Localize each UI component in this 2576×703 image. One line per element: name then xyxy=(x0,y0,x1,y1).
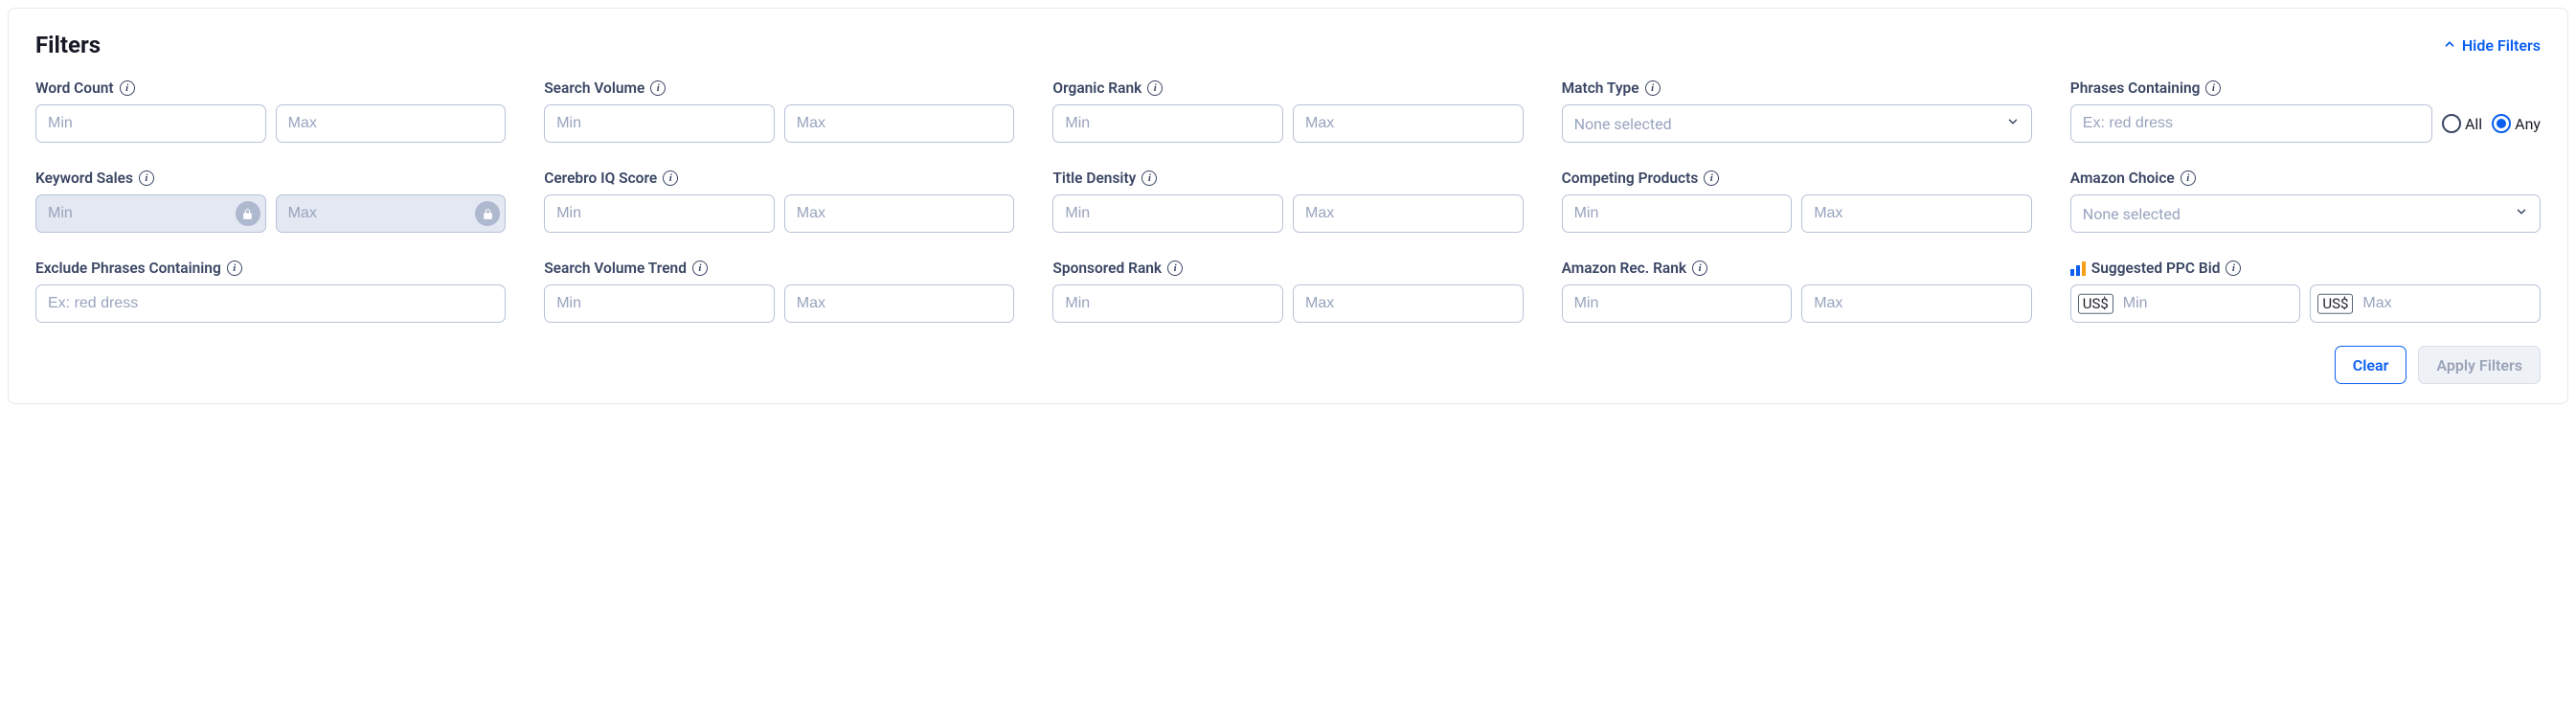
hide-filters-label: Hide Filters xyxy=(2462,36,2541,55)
info-icon[interactable]: i xyxy=(120,80,135,96)
exclude-phrases-input[interactable] xyxy=(35,284,506,323)
label-sv-trend: Search Volume Trend i xyxy=(544,260,1014,277)
field-amazon-choice: Amazon Choice i None selected xyxy=(2070,170,2541,233)
label-sponsored-rank: Sponsored Rank i xyxy=(1052,260,1523,277)
filters-panel: Filters Hide Filters Word Count i Search… xyxy=(8,8,2568,404)
search-volume-min-input[interactable] xyxy=(544,104,775,143)
sponsored-rank-max-input[interactable] xyxy=(1293,284,1524,323)
field-word-count: Word Count i xyxy=(35,79,506,143)
info-icon[interactable]: i xyxy=(650,80,666,96)
field-phrases-containing: Phrases Containing i All Any xyxy=(2070,79,2541,143)
title-density-min-input[interactable] xyxy=(1052,194,1283,233)
info-icon[interactable]: i xyxy=(1692,261,1707,276)
label-keyword-sales: Keyword Sales i xyxy=(35,170,506,187)
phrase-mode-all-radio[interactable]: All xyxy=(2442,114,2482,133)
label-title-density: Title Density i xyxy=(1052,170,1523,187)
label-match-type: Match Type i xyxy=(1562,79,2032,97)
currency-prefix: US$ xyxy=(2078,294,2113,314)
info-icon[interactable]: i xyxy=(1704,170,1719,186)
filters-header: Filters Hide Filters xyxy=(35,32,2541,58)
match-type-value: None selected xyxy=(1574,115,1672,133)
field-cerebro-iq: Cerebro IQ Score i xyxy=(544,170,1014,233)
chevron-up-icon xyxy=(2443,37,2456,54)
radio-icon xyxy=(2492,114,2511,133)
field-amazon-rec-rank: Amazon Rec. Rank i xyxy=(1562,260,2032,323)
keyword-sales-max-input xyxy=(276,194,507,233)
info-icon[interactable]: i xyxy=(139,170,154,186)
search-volume-max-input[interactable] xyxy=(784,104,1015,143)
competing-products-min-input[interactable] xyxy=(1562,194,1793,233)
chevron-down-icon xyxy=(2006,115,2020,132)
sponsored-rank-min-input[interactable] xyxy=(1052,284,1283,323)
field-keyword-sales: Keyword Sales i xyxy=(35,170,506,233)
organic-rank-max-input[interactable] xyxy=(1293,104,1524,143)
label-suggested-ppc: Suggested PPC Bid i xyxy=(2070,260,2541,277)
apply-filters-button: Apply Filters xyxy=(2418,346,2541,384)
label-word-count: Word Count i xyxy=(35,79,506,97)
phrases-containing-input[interactable] xyxy=(2070,104,2432,143)
info-icon[interactable]: i xyxy=(227,261,242,276)
amazon-rec-rank-max-input[interactable] xyxy=(1801,284,2032,323)
sv-trend-min-input[interactable] xyxy=(544,284,775,323)
label-phrases-containing: Phrases Containing i xyxy=(2070,79,2541,97)
field-exclude-phrases: Exclude Phrases Containing i xyxy=(35,260,506,323)
info-icon[interactable]: i xyxy=(663,170,678,186)
filters-grid: Word Count i Search Volume i Organic Ran… xyxy=(35,79,2541,323)
field-title-density: Title Density i xyxy=(1052,170,1523,233)
competing-products-max-input[interactable] xyxy=(1801,194,2032,233)
label-amazon-choice: Amazon Choice i xyxy=(2070,170,2541,187)
field-competing-products: Competing Products i xyxy=(1562,170,2032,233)
lock-icon[interactable] xyxy=(475,201,500,226)
info-icon[interactable]: i xyxy=(692,261,708,276)
title-density-max-input[interactable] xyxy=(1293,194,1524,233)
keyword-sales-min-input xyxy=(35,194,266,233)
label-amazon-rec-rank: Amazon Rec. Rank i xyxy=(1562,260,2032,277)
label-exclude-phrases: Exclude Phrases Containing i xyxy=(35,260,506,277)
phrase-mode-any-radio[interactable]: Any xyxy=(2492,114,2541,133)
currency-prefix: US$ xyxy=(2317,294,2353,314)
amazon-rec-rank-min-input[interactable] xyxy=(1562,284,1793,323)
field-sponsored-rank: Sponsored Rank i xyxy=(1052,260,1523,323)
filters-title: Filters xyxy=(35,32,101,58)
amazon-choice-value: None selected xyxy=(2083,205,2181,223)
label-search-volume: Search Volume i xyxy=(544,79,1014,97)
cerebro-iq-min-input[interactable] xyxy=(544,194,775,233)
organic-rank-min-input[interactable] xyxy=(1052,104,1283,143)
sv-trend-max-input[interactable] xyxy=(784,284,1015,323)
amazon-choice-select[interactable]: None selected xyxy=(2070,194,2541,233)
field-suggested-ppc: Suggested PPC Bid i US$ US$ xyxy=(2070,260,2541,323)
field-sv-trend: Search Volume Trend i xyxy=(544,260,1014,323)
word-count-min-input[interactable] xyxy=(35,104,266,143)
chevron-down-icon xyxy=(2515,205,2528,222)
cerebro-iq-max-input[interactable] xyxy=(784,194,1015,233)
field-match-type: Match Type i None selected xyxy=(1562,79,2032,143)
clear-button[interactable]: Clear xyxy=(2335,346,2407,384)
label-organic-rank: Organic Rank i xyxy=(1052,79,1523,97)
radio-icon xyxy=(2442,114,2461,133)
field-organic-rank: Organic Rank i xyxy=(1052,79,1523,143)
info-icon[interactable]: i xyxy=(1147,80,1163,96)
word-count-max-input[interactable] xyxy=(276,104,507,143)
info-icon[interactable]: i xyxy=(1645,80,1661,96)
field-search-volume: Search Volume i xyxy=(544,79,1014,143)
filters-footer: Clear Apply Filters xyxy=(35,346,2541,384)
info-icon[interactable]: i xyxy=(1167,261,1183,276)
match-type-select[interactable]: None selected xyxy=(1562,104,2032,143)
info-icon[interactable]: i xyxy=(2205,80,2221,96)
lock-icon[interactable] xyxy=(236,201,260,226)
hide-filters-toggle[interactable]: Hide Filters xyxy=(2443,36,2541,55)
info-icon[interactable]: i xyxy=(2226,261,2241,276)
bar-chart-icon xyxy=(2070,261,2086,276)
info-icon[interactable]: i xyxy=(2181,170,2196,186)
info-icon[interactable]: i xyxy=(1141,170,1157,186)
label-cerebro-iq: Cerebro IQ Score i xyxy=(544,170,1014,187)
label-competing-products: Competing Products i xyxy=(1562,170,2032,187)
